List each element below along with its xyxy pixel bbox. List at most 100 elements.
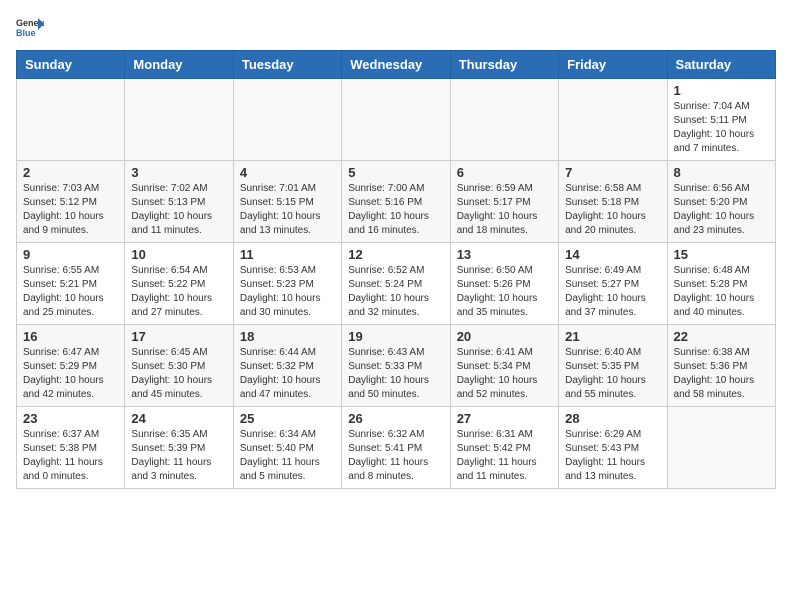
calendar-week-row: 2 Sunrise: 7:03 AM Sunset: 5:12 PM Daylig… <box>17 161 776 243</box>
calendar-cell: 16 Sunrise: 6:47 AM Sunset: 5:29 PM Dayli… <box>17 325 125 407</box>
weekday-header-tuesday: Tuesday <box>233 51 341 79</box>
day-number: 15 <box>674 247 769 262</box>
calendar-cell: 19Sunrise: 6:43 AM Sunset: 5:33 PM Dayli… <box>342 325 450 407</box>
day-info: Sunrise: 6:45 AM Sunset: 5:30 PM Dayligh… <box>131 346 226 402</box>
weekday-header-thursday: Thursday <box>450 51 558 79</box>
day-info: Sunrise: 6:31 AM Sunset: 5:42 PM Dayligh… <box>457 428 552 484</box>
calendar-cell: 1 Sunrise: 7:04 AM Sunset: 5:11 PM Daylig… <box>667 79 775 161</box>
calendar-cell: 20 Sunrise: 6:41 AM Sunset: 5:34 PM Dayli… <box>450 325 558 407</box>
calendar-cell <box>342 79 450 161</box>
calendar-cell: 25 Sunrise: 6:34 AM Sunset: 5:40 PM Dayli… <box>233 407 341 489</box>
calendar-cell: 10 Sunrise: 6:54 AM Sunset: 5:22 PM Dayli… <box>125 243 233 325</box>
day-number: 1 <box>674 83 769 98</box>
day-number: 17 <box>131 329 226 344</box>
day-number: 23 <box>23 411 118 426</box>
calendar-cell: 13 Sunrise: 6:50 AM Sunset: 5:26 PM Dayli… <box>450 243 558 325</box>
calendar-cell: 27Sunrise: 6:31 AM Sunset: 5:42 PM Dayli… <box>450 407 558 489</box>
calendar-cell: 17 Sunrise: 6:45 AM Sunset: 5:30 PM Dayli… <box>125 325 233 407</box>
calendar-cell: 15Sunrise: 6:48 AM Sunset: 5:28 PM Dayli… <box>667 243 775 325</box>
day-info: Sunrise: 6:49 AM Sunset: 5:27 PM Dayligh… <box>565 264 660 320</box>
day-number: 5 <box>348 165 443 180</box>
calendar-body: 1 Sunrise: 7:04 AM Sunset: 5:11 PM Daylig… <box>17 79 776 489</box>
day-number: 11 <box>240 247 335 262</box>
day-number: 21 <box>565 329 660 344</box>
day-number: 13 <box>457 247 552 262</box>
day-number: 10 <box>131 247 226 262</box>
day-number: 4 <box>240 165 335 180</box>
day-info: Sunrise: 6:59 AM Sunset: 5:17 PM Dayligh… <box>457 182 552 238</box>
calendar-cell: 3Sunrise: 7:02 AM Sunset: 5:13 PM Daylig… <box>125 161 233 243</box>
day-info: Sunrise: 7:01 AM Sunset: 5:15 PM Dayligh… <box>240 182 335 238</box>
day-number: 28 <box>565 411 660 426</box>
calendar-cell: 18 Sunrise: 6:44 AM Sunset: 5:32 PM Dayli… <box>233 325 341 407</box>
logo-icon: General Blue <box>16 16 44 38</box>
day-number: 3 <box>131 165 226 180</box>
calendar-week-row: 23 Sunrise: 6:37 AM Sunset: 5:38 PM Dayli… <box>17 407 776 489</box>
day-info: Sunrise: 7:04 AM Sunset: 5:11 PM Dayligh… <box>674 100 769 156</box>
day-info: Sunrise: 6:32 AM Sunset: 5:41 PM Dayligh… <box>348 428 443 484</box>
day-info: Sunrise: 6:41 AM Sunset: 5:34 PM Dayligh… <box>457 346 552 402</box>
calendar-cell: 23 Sunrise: 6:37 AM Sunset: 5:38 PM Dayli… <box>17 407 125 489</box>
day-number: 16 <box>23 329 118 344</box>
day-info: Sunrise: 6:37 AM Sunset: 5:38 PM Dayligh… <box>23 428 118 484</box>
day-info: Sunrise: 6:44 AM Sunset: 5:32 PM Dayligh… <box>240 346 335 402</box>
day-number: 25 <box>240 411 335 426</box>
calendar-cell <box>17 79 125 161</box>
calendar-cell <box>667 407 775 489</box>
day-number: 26 <box>348 411 443 426</box>
day-info: Sunrise: 6:34 AM Sunset: 5:40 PM Dayligh… <box>240 428 335 484</box>
calendar-cell <box>233 79 341 161</box>
day-number: 14 <box>565 247 660 262</box>
calendar-cell: 4 Sunrise: 7:01 AM Sunset: 5:15 PM Daylig… <box>233 161 341 243</box>
day-number: 20 <box>457 329 552 344</box>
day-number: 9 <box>23 247 118 262</box>
weekday-header-monday: Monday <box>125 51 233 79</box>
calendar-cell: 7Sunrise: 6:58 AM Sunset: 5:18 PM Daylig… <box>559 161 667 243</box>
weekday-header-saturday: Saturday <box>667 51 775 79</box>
day-info: Sunrise: 6:29 AM Sunset: 5:43 PM Dayligh… <box>565 428 660 484</box>
day-number: 6 <box>457 165 552 180</box>
calendar-cell: 26 Sunrise: 6:32 AM Sunset: 5:41 PM Dayli… <box>342 407 450 489</box>
calendar-header: SundayMondayTuesdayWednesdayThursdayFrid… <box>17 51 776 79</box>
day-info: Sunrise: 6:56 AM Sunset: 5:20 PM Dayligh… <box>674 182 769 238</box>
calendar-cell <box>450 79 558 161</box>
calendar-cell: 28 Sunrise: 6:29 AM Sunset: 5:43 PM Dayli… <box>559 407 667 489</box>
calendar-cell: 24 Sunrise: 6:35 AM Sunset: 5:39 PM Dayli… <box>125 407 233 489</box>
calendar-cell: 5 Sunrise: 7:00 AM Sunset: 5:16 PM Daylig… <box>342 161 450 243</box>
calendar-table: SundayMondayTuesdayWednesdayThursdayFrid… <box>16 50 776 489</box>
calendar-cell: 6 Sunrise: 6:59 AM Sunset: 5:17 PM Daylig… <box>450 161 558 243</box>
day-info: Sunrise: 6:54 AM Sunset: 5:22 PM Dayligh… <box>131 264 226 320</box>
calendar-week-row: 9 Sunrise: 6:55 AM Sunset: 5:21 PM Daylig… <box>17 243 776 325</box>
page-header: General Blue <box>16 16 776 38</box>
day-info: Sunrise: 6:50 AM Sunset: 5:26 PM Dayligh… <box>457 264 552 320</box>
calendar-cell: 22 Sunrise: 6:38 AM Sunset: 5:36 PM Dayli… <box>667 325 775 407</box>
day-info: Sunrise: 6:47 AM Sunset: 5:29 PM Dayligh… <box>23 346 118 402</box>
calendar-cell: 21 Sunrise: 6:40 AM Sunset: 5:35 PM Dayli… <box>559 325 667 407</box>
day-info: Sunrise: 6:40 AM Sunset: 5:35 PM Dayligh… <box>565 346 660 402</box>
day-info: Sunrise: 6:52 AM Sunset: 5:24 PM Dayligh… <box>348 264 443 320</box>
day-number: 8 <box>674 165 769 180</box>
calendar-cell: 9 Sunrise: 6:55 AM Sunset: 5:21 PM Daylig… <box>17 243 125 325</box>
day-number: 24 <box>131 411 226 426</box>
day-info: Sunrise: 7:03 AM Sunset: 5:12 PM Dayligh… <box>23 182 118 238</box>
day-number: 12 <box>348 247 443 262</box>
calendar-cell: 11Sunrise: 6:53 AM Sunset: 5:23 PM Dayli… <box>233 243 341 325</box>
svg-text:Blue: Blue <box>16 28 36 38</box>
day-number: 2 <box>23 165 118 180</box>
calendar-cell: 8 Sunrise: 6:56 AM Sunset: 5:20 PM Daylig… <box>667 161 775 243</box>
calendar-cell: 2 Sunrise: 7:03 AM Sunset: 5:12 PM Daylig… <box>17 161 125 243</box>
day-info: Sunrise: 6:35 AM Sunset: 5:39 PM Dayligh… <box>131 428 226 484</box>
calendar-cell <box>559 79 667 161</box>
weekday-header-wednesday: Wednesday <box>342 51 450 79</box>
day-number: 19 <box>348 329 443 344</box>
day-number: 7 <box>565 165 660 180</box>
day-number: 18 <box>240 329 335 344</box>
day-number: 22 <box>674 329 769 344</box>
calendar-week-row: 16 Sunrise: 6:47 AM Sunset: 5:29 PM Dayli… <box>17 325 776 407</box>
day-info: Sunrise: 6:55 AM Sunset: 5:21 PM Dayligh… <box>23 264 118 320</box>
weekday-header-row: SundayMondayTuesdayWednesdayThursdayFrid… <box>17 51 776 79</box>
calendar-cell: 14 Sunrise: 6:49 AM Sunset: 5:27 PM Dayli… <box>559 243 667 325</box>
weekday-header-sunday: Sunday <box>17 51 125 79</box>
day-info: Sunrise: 7:00 AM Sunset: 5:16 PM Dayligh… <box>348 182 443 238</box>
day-info: Sunrise: 6:38 AM Sunset: 5:36 PM Dayligh… <box>674 346 769 402</box>
